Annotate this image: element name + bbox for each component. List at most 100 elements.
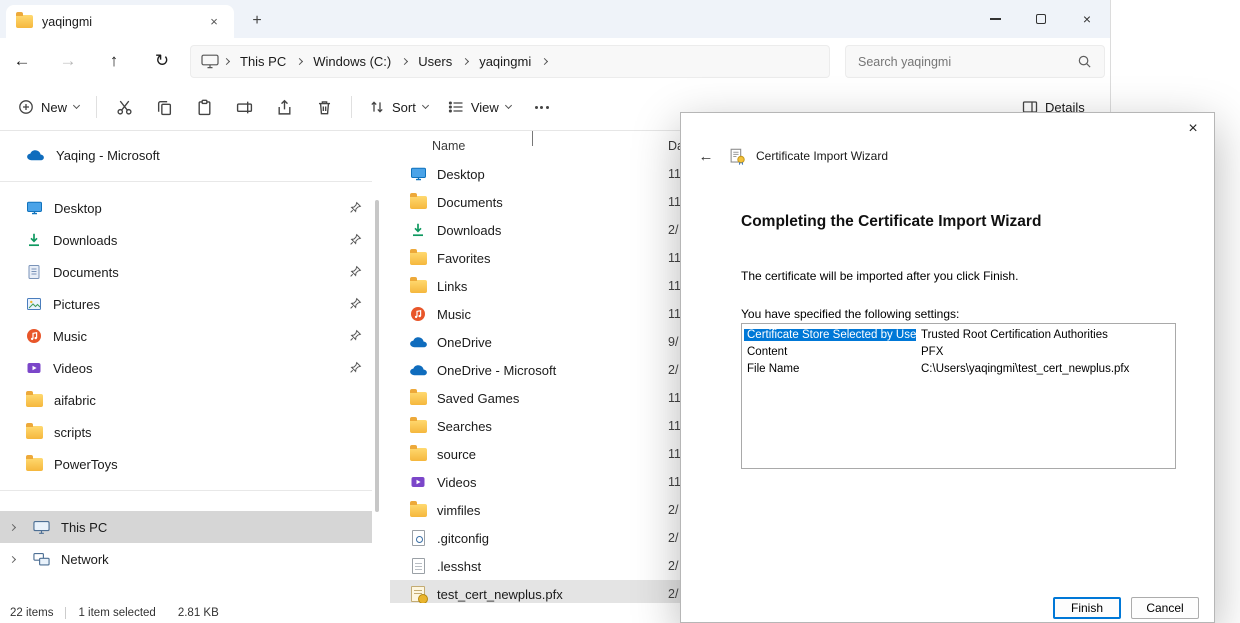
certificate-import-wizard-dialog: × ← Certificate Import Wizard Completing…: [680, 112, 1215, 623]
pin-icon: [349, 329, 362, 342]
breadcrumb-this-pc[interactable]: This PC: [234, 51, 292, 72]
dialog-close-icon[interactable]: ×: [1178, 116, 1208, 142]
breadcrumb-windows-c[interactable]: Windows (C:): [307, 51, 397, 72]
setting-key: Certificate Store Selected by User: [744, 329, 916, 341]
chevron-down-icon: [505, 102, 512, 109]
column-header-name[interactable]: Name: [432, 139, 465, 153]
chevron-right-icon: [462, 58, 469, 65]
sidebar-item-label: This PC: [61, 520, 107, 535]
sidebar-item-scripts[interactable]: scripts: [0, 416, 372, 448]
folder-icon: [408, 392, 428, 405]
sidebar-item-onedrive[interactable]: Yaqing - Microsoft: [0, 139, 372, 171]
sidebar-item-downloads[interactable]: Downloads: [0, 224, 372, 256]
paste-button[interactable]: [184, 90, 224, 124]
divider: [0, 490, 372, 491]
chevron-right-icon[interactable]: [9, 555, 16, 562]
setting-key: Content: [744, 346, 916, 358]
close-button[interactable]: ×: [1064, 0, 1110, 38]
document-icon: [26, 264, 42, 280]
sidebar-item-powertoys[interactable]: PowerToys: [0, 448, 372, 480]
up-icon[interactable]: ↑: [98, 45, 130, 77]
forward-icon[interactable]: →: [52, 45, 84, 77]
explorer-tab[interactable]: yaqingmi ×: [6, 5, 234, 38]
sidebar-item-aifabric[interactable]: aifabric: [0, 384, 372, 416]
file-date: 2/: [668, 587, 678, 601]
sidebar-item-desktop[interactable]: Desktop: [0, 192, 372, 224]
view-button[interactable]: View: [438, 90, 521, 124]
file-icon: [408, 558, 428, 574]
search-icon: [1077, 54, 1092, 69]
window-caption-buttons: ×: [972, 0, 1110, 38]
divider: [96, 96, 97, 118]
settings-row[interactable]: File Name C:\Users\yaqingmi\test_cert_ne…: [744, 360, 1173, 377]
settings-row[interactable]: Content PFX: [744, 343, 1173, 360]
sidebar-item-music[interactable]: Music: [0, 320, 372, 352]
tab-title: yaqingmi: [42, 15, 92, 29]
folder-icon: [16, 15, 33, 28]
setting-value: C:\Users\yaqingmi\test_cert_newplus.pfx: [916, 363, 1134, 375]
download-icon: [408, 222, 428, 238]
copy-button[interactable]: [144, 90, 184, 124]
more-options-button[interactable]: [521, 90, 563, 124]
maximize-button[interactable]: [1018, 0, 1064, 38]
trash-icon: [316, 99, 333, 116]
tab-strip: yaqingmi × + ×: [0, 0, 1110, 38]
file-name: test_cert_newplus.pfx: [437, 587, 563, 602]
settings-list[interactable]: Certificate Store Selected by User Trust…: [741, 323, 1176, 469]
sort-ascending-icon: [532, 132, 533, 146]
chevron-right-icon: [223, 58, 230, 65]
delete-button[interactable]: [304, 90, 344, 124]
breadcrumb-yaqingmi[interactable]: yaqingmi: [473, 51, 537, 72]
selection-size: 2.81 KB: [178, 607, 219, 619]
file-name: source: [437, 447, 476, 462]
share-button[interactable]: [264, 90, 304, 124]
file-name: Favorites: [437, 251, 490, 266]
settings-row-selected[interactable]: Certificate Store Selected by User Trust…: [744, 326, 1173, 343]
sidebar-item-documents[interactable]: Documents: [0, 256, 372, 288]
scissors-icon: [116, 99, 133, 116]
sidebar-item-pictures[interactable]: Pictures: [0, 288, 372, 320]
back-icon[interactable]: ←: [693, 148, 719, 165]
file-name: Links: [437, 279, 467, 294]
cut-button[interactable]: [104, 90, 144, 124]
setting-value: PFX: [916, 346, 948, 358]
chevron-right-icon: [541, 58, 548, 65]
file-date: 9/: [668, 335, 678, 349]
computer-icon: [201, 54, 219, 69]
back-icon[interactable]: ←: [6, 45, 38, 77]
folder-icon: [26, 426, 43, 439]
chevron-right-icon[interactable]: [9, 523, 16, 530]
folder-icon: [408, 420, 428, 433]
sidebar-item-videos[interactable]: Videos: [0, 352, 372, 384]
cloud-icon: [408, 363, 428, 377]
tab-close-icon[interactable]: ×: [204, 12, 224, 32]
address-bar[interactable]: This PC Windows (C:) Users yaqingmi: [190, 45, 830, 78]
file-date: 2/: [668, 503, 678, 517]
sort-button-label: Sort: [392, 100, 416, 115]
sidebar-scrollbar[interactable]: [375, 200, 379, 512]
cancel-button[interactable]: Cancel: [1131, 597, 1199, 619]
divider: [351, 96, 352, 118]
divider: [0, 181, 372, 182]
search-placeholder: Search yaqingmi: [858, 55, 951, 69]
sidebar-item-label: Videos: [53, 361, 93, 376]
dialog-header: ← Certificate Import Wizard: [681, 141, 1214, 171]
search-input[interactable]: Search yaqingmi: [845, 45, 1105, 78]
sidebar-item-network[interactable]: Network: [0, 543, 372, 575]
refresh-icon[interactable]: ↻: [146, 45, 178, 77]
minimize-button[interactable]: [972, 0, 1018, 38]
pictures-icon: [26, 296, 42, 312]
new-button[interactable]: New: [8, 90, 89, 124]
sort-button[interactable]: Sort: [359, 90, 438, 124]
rename-button[interactable]: [224, 90, 264, 124]
wizard-heading: Completing the Certificate Import Wizard: [741, 213, 1041, 231]
selection-count: 1 item selected: [78, 607, 155, 619]
file-name: Saved Games: [437, 391, 519, 406]
new-button-label: New: [41, 100, 67, 115]
sidebar-item-this-pc[interactable]: This PC: [0, 511, 372, 543]
new-tab-button[interactable]: +: [242, 7, 272, 35]
sidebar-item-label: aifabric: [54, 393, 96, 408]
breadcrumb-users[interactable]: Users: [412, 51, 458, 72]
finish-button[interactable]: Finish: [1053, 597, 1121, 619]
dialog-title: Certificate Import Wizard: [756, 149, 888, 163]
